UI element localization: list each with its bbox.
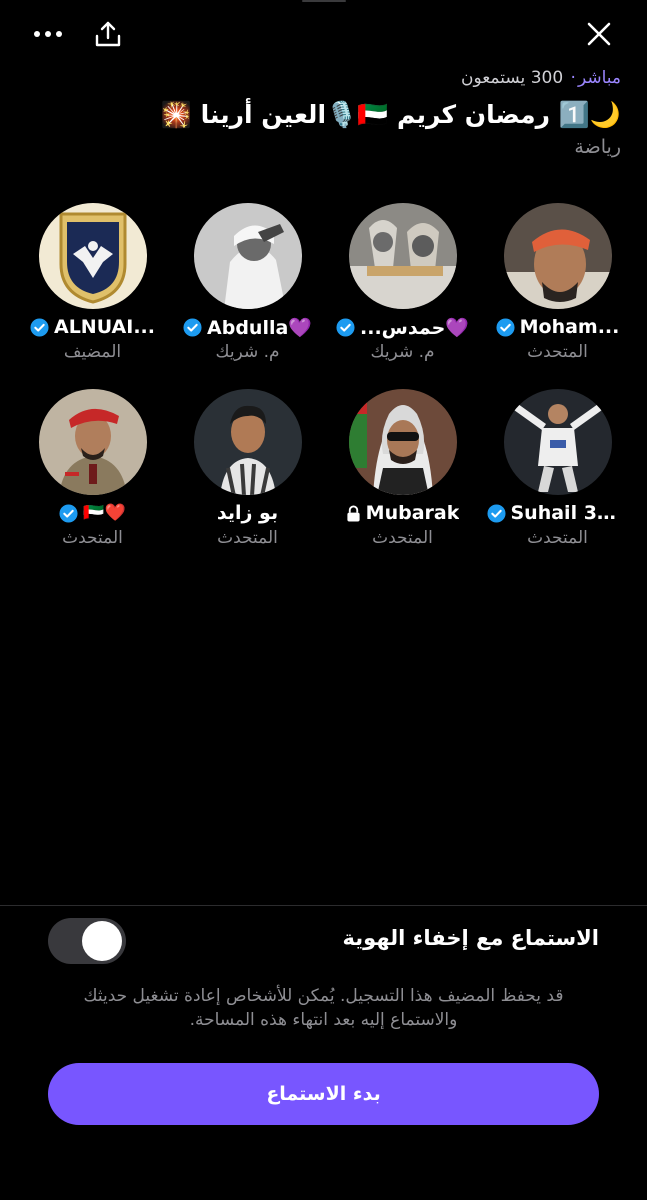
speaker-card[interactable]: Mubarak المتحدث (325, 389, 480, 549)
space-preview-screen: مباشر· 300 يستمعون 🌙1️⃣ رمضان كريم 🇦🇪🎙️ا… (0, 0, 647, 1200)
speaker-card[interactable]: Moham... المتحدث (480, 203, 635, 363)
speaker-avatar[interactable] (193, 389, 302, 495)
speaker-avatar[interactable] (503, 389, 612, 495)
top-bar (0, 14, 647, 54)
speaker-name-row: Abdulla💜 (173, 315, 323, 340)
avatar-image (38, 203, 147, 309)
speaker-name: بو زايد (216, 502, 279, 525)
speaker-role: المتحدث (62, 528, 123, 548)
speaker-avatar[interactable] (38, 389, 147, 495)
verified-badge-icon (336, 318, 355, 337)
speaker-avatar[interactable] (348, 203, 457, 309)
more-horizontal-icon (34, 31, 62, 37)
speaker-name-row: Mubarak (328, 501, 478, 526)
speaker-role: المتحدث (217, 528, 278, 548)
verified-badge-icon (59, 504, 78, 523)
separator-dot: · (570, 68, 576, 88)
speaker-name-row: Suhail 38... (483, 501, 633, 526)
avatar-image (38, 389, 147, 495)
speaker-name: Abdulla💜 (207, 316, 312, 339)
speaker-card[interactable]: ALNUAI... المضيف (15, 203, 170, 363)
close-button[interactable] (579, 14, 619, 54)
avatar-image (503, 203, 612, 309)
speaker-name: Suhail 38... (510, 502, 629, 525)
more-button[interactable] (28, 14, 68, 54)
speaker-name: ALNUAI... (54, 316, 155, 339)
recording-note: قد يحفظ المضيف هذا التسجيل. يُمكن للأشخا… (83, 986, 564, 1030)
speaker-name: 💜حمدس... (360, 316, 469, 339)
speaker-role: المتحدث (527, 342, 588, 362)
toggle-knob (82, 921, 122, 961)
verified-badge-icon (183, 318, 202, 337)
avatar-image (503, 389, 612, 495)
avatar-image (348, 389, 457, 495)
speaker-name: Mubarak (365, 502, 460, 525)
anonymous-toggle[interactable] (48, 918, 126, 964)
space-title: 🌙1️⃣ رمضان كريم 🇦🇪🎙️العين أرينا 🎇 (160, 100, 621, 129)
speaker-name-row: بو زايد (173, 501, 323, 526)
sheet-grabber[interactable] (301, 0, 346, 2)
avatar-image (193, 389, 302, 495)
divider (0, 905, 647, 906)
name-emoji: 🇦🇪❤️ (83, 503, 126, 524)
speaker-avatar[interactable] (38, 203, 147, 309)
speaker-card[interactable]: 🇦🇪❤️ المتحدث (15, 389, 170, 549)
speaker-name-row: ALNUAI... (18, 315, 168, 340)
speaker-avatar[interactable] (348, 389, 457, 495)
anonymous-listening-row: الاستماع مع إخفاء الهوية (48, 918, 599, 964)
verified-badge-icon (486, 504, 506, 523)
speaker-card[interactable]: بو زايد المتحدث (170, 389, 325, 549)
live-status: مباشر· 300 يستمعون (26, 66, 621, 90)
share-upload-icon (95, 21, 121, 47)
start-listening-button[interactable]: بدء الاستماع (48, 1063, 599, 1125)
speaker-name: Moham... (519, 316, 620, 339)
speaker-name-row: 🇦🇪❤️ (18, 501, 168, 526)
live-label: مباشر (577, 68, 621, 88)
speaker-avatar[interactable] (503, 203, 612, 309)
speaker-role: المتحدث (372, 528, 433, 548)
speaker-name-row: 💜حمدس... (328, 315, 478, 340)
avatar-image (348, 203, 457, 309)
speaker-name-row: Moham... (483, 315, 633, 340)
speaker-role: المتحدث (527, 528, 588, 548)
speakers-grid: Moham... المتحدث 💜حمدس... م. شريك Abdulla💜 م.… (12, 203, 635, 549)
anonymous-label: الاستماع مع إخفاء الهوية (342, 926, 599, 950)
speaker-card[interactable]: Abdulla💜 م. شريك (170, 203, 325, 363)
lock-icon (347, 505, 360, 522)
verified-badge-icon (30, 318, 49, 337)
close-x-icon (587, 22, 611, 46)
listener-count: 300 يستمعون (460, 68, 564, 88)
speaker-role: م. شريك (215, 342, 280, 362)
speaker-card[interactable]: Suhail 38... المتحدث (480, 389, 635, 549)
speaker-card[interactable]: 💜حمدس... م. شريك (325, 203, 480, 363)
space-category: رياضة (574, 136, 621, 158)
verified-badge-icon (496, 318, 515, 337)
share-button[interactable] (88, 14, 128, 54)
space-header: مباشر· 300 يستمعون 🌙1️⃣ رمضان كريم 🇦🇪🎙️ا… (26, 66, 621, 160)
speaker-role: المضيف (63, 342, 122, 362)
avatar-image (193, 203, 302, 309)
speaker-role: م. شريك (370, 342, 435, 362)
speaker-avatar[interactable] (193, 203, 302, 309)
